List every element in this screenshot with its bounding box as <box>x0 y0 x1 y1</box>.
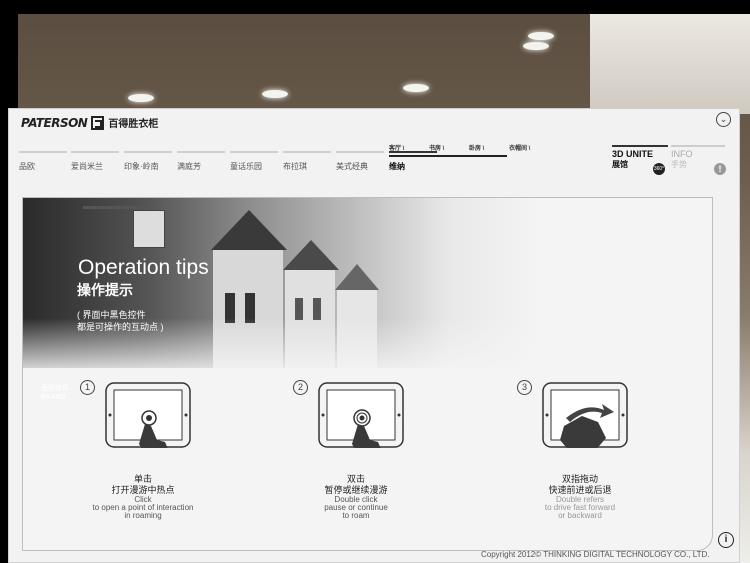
room-tab-wardrobe[interactable]: 衣帽间 \ <box>509 143 549 152</box>
tablet-double-tap-icon <box>318 382 404 448</box>
building-window <box>295 298 303 320</box>
360-badge-icon[interactable]: 360° <box>653 163 665 175</box>
step-desc-en-line2: in roaming <box>124 511 162 520</box>
building-roof <box>283 240 339 270</box>
nav-item-american[interactable]: 美式经典 <box>336 151 384 172</box>
ceiling-light <box>128 94 154 102</box>
step-desc-en: Double click pause or continue to roam <box>256 496 456 520</box>
building-window <box>313 298 321 320</box>
nav-item-fairytale[interactable]: 童话乐园 <box>230 151 278 172</box>
alert-icon[interactable]: ! <box>714 163 726 175</box>
tablet-swipe-icon <box>542 382 628 448</box>
copyright-text: Copyright 2012© THINKING DIGITAL TECHNOL… <box>481 550 710 559</box>
ceiling-light <box>528 32 554 40</box>
step-desc-en: Double refers to drive fast forward or b… <box>480 496 680 520</box>
nav-item-vienna[interactable]: 维纳 <box>389 151 437 172</box>
hanging-sign-bracket <box>83 206 153 209</box>
operation-tips-frame: Operation tips 操作提示 ( 界面中黑色控件 都是可操作的互动点 … <box>22 197 713 551</box>
brand-watermark-cn: 品牌传奇 <box>41 385 69 392</box>
brand-watermark-en: BRAND <box>41 394 66 401</box>
step-number: 1 <box>80 380 95 395</box>
building-roof <box>335 264 379 290</box>
main-panel: PATERSON 百得胜衣柜 ⌄ 客厅 \ 书房 \ 卧房 \ 衣帽间 \ 品欧… <box>8 108 740 563</box>
logo-brand: PATERSON <box>21 115 88 130</box>
ceiling-light <box>523 42 549 50</box>
step-desc-en-line2: to roam <box>342 511 370 520</box>
nav-item-pinou[interactable]: 品欧 <box>19 151 67 172</box>
tab-info-title: INFO <box>671 149 693 159</box>
step-desc-en: Click to open a point of interaction in … <box>43 496 243 520</box>
nav-item-mantingfang[interactable]: 满庭芳 <box>177 151 225 172</box>
background-wall <box>590 14 750 114</box>
logo-cn: 百得胜衣柜 <box>108 119 159 130</box>
tab-3d-unite-title: 3D UNITE <box>612 149 654 159</box>
hanging-sign <box>133 210 165 248</box>
logo: PATERSON 百得胜衣柜 <box>21 115 158 130</box>
building-roof <box>211 210 287 250</box>
ceiling-light <box>403 84 429 92</box>
tablet-tap-icon <box>105 382 191 448</box>
brand-watermark: 品牌传奇 BRAND <box>41 384 69 402</box>
tips-title-cn: 操作提示 <box>77 282 133 298</box>
chevron-down-icon[interactable]: ⌄ <box>716 112 731 127</box>
step-number: 3 <box>517 380 532 395</box>
nav-item-milan[interactable]: 爱尚米兰 <box>71 151 119 172</box>
info-icon[interactable]: i <box>718 532 734 548</box>
nav-item-lingnan[interactable]: 印象·岭南 <box>124 151 172 172</box>
step-number: 2 <box>293 380 308 395</box>
nav-item-bulaqi[interactable]: 布拉琪 <box>283 151 331 172</box>
logo-mark-icon <box>91 115 105 130</box>
tips-note-line2: 都是可操作的互动点 ) <box>77 322 164 332</box>
step-desc-en-line2: or backward <box>558 511 602 520</box>
ceiling-light <box>262 90 288 98</box>
tips-title: Operation tips <box>78 256 209 279</box>
room-tab-bedroom[interactable]: 卧房 \ <box>469 143 509 152</box>
